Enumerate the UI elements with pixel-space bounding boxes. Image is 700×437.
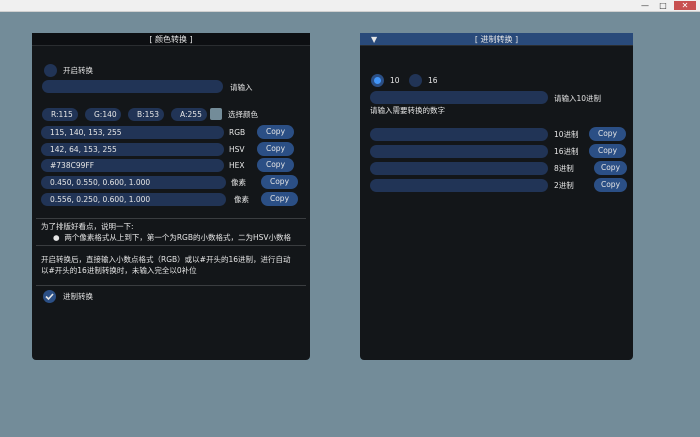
channel-r-field[interactable]: R:115 <box>42 108 78 121</box>
copy-pixel-rgb-button[interactable]: Copy <box>261 175 298 189</box>
copy-pixel-hsv-button[interactable]: Copy <box>261 192 298 206</box>
base-input-label: 请输入10进制 <box>554 94 602 103</box>
copy-oct-button[interactable]: Copy <box>594 161 627 175</box>
pixel-rgb-field[interactable]: 0.450, 0.550, 0.600, 1.000 <box>41 176 226 189</box>
rgb-value-field[interactable]: 115, 140, 153, 255 <box>41 126 224 139</box>
dec-result-field[interactable] <box>370 128 548 141</box>
help-line-1: 开启转换后，直接输入小数点格式（RGB）或以#开头的16进制，进行自动 <box>41 255 291 264</box>
divider <box>36 285 306 286</box>
channel-g-field[interactable]: G:140 <box>85 108 121 121</box>
color-panel-title: [ 颜色转换 ] <box>32 33 310 46</box>
note-bullet-text: 两个像素格式从上到下，第一个为RGB的小数格式，二为HSV小数格 <box>64 233 292 242</box>
dec-label: 10进制 <box>554 130 579 139</box>
color-swatch[interactable] <box>210 108 222 120</box>
note-title: 为了排版好看点，说明一下: <box>41 222 134 231</box>
base-prompt: 请输入需要转换的数字 <box>370 106 445 115</box>
channel-a-field[interactable]: A:255 <box>171 108 207 121</box>
radio-base-16[interactable] <box>409 74 422 87</box>
hex-label: HEX <box>229 161 245 170</box>
enable-convert-label: 开启转换 <box>63 66 93 75</box>
base-panel-title-text: [ 进制转换 ] <box>474 35 519 44</box>
divider <box>36 218 306 219</box>
color-input-field[interactable] <box>42 80 223 93</box>
base-convert-label: 进制转换 <box>63 292 93 301</box>
hex-result-field[interactable] <box>370 145 548 158</box>
rgb-label: RGB <box>229 128 246 137</box>
divider <box>36 245 306 246</box>
base-convert-panel: ▼ [ 进制转换 ] 10 16 请输入10进制 请输入需要转换的数字 10进制… <box>360 33 633 360</box>
bin-label: 2进制 <box>554 181 574 190</box>
pixel-rgb-label: 像素 <box>231 178 246 187</box>
note-bullet: ● 两个像素格式从上到下，第一个为RGB的小数格式，二为HSV小数格 <box>53 232 304 243</box>
oct-result-field[interactable] <box>370 162 548 175</box>
enable-convert-toggle[interactable] <box>44 64 57 77</box>
color-convert-panel: [ 颜色转换 ] 开启转换 请输入 R:115 G:140 B:153 A:25… <box>32 33 310 360</box>
pick-color-label: 选择颜色 <box>228 110 258 119</box>
oct-label: 8进制 <box>554 164 574 173</box>
base-convert-checkbox[interactable] <box>43 290 56 303</box>
radio-base-10[interactable] <box>371 74 384 87</box>
copy-rgb-button[interactable]: Copy <box>257 125 294 139</box>
radio-base-10-label: 10 <box>390 76 400 85</box>
base-panel-title[interactable]: ▼ [ 进制转换 ] <box>360 33 633 46</box>
help-line-2: 以#开头的16进制转换时，未输入完全以0补位 <box>41 266 197 275</box>
copy-hsv-button[interactable]: Copy <box>257 142 294 156</box>
collapse-arrow-icon[interactable]: ▼ <box>371 33 377 46</box>
hsv-value-field[interactable]: 142, 64, 153, 255 <box>41 143 224 156</box>
hex-result-label: 16进制 <box>554 147 579 156</box>
base-input-field[interactable] <box>370 91 548 104</box>
hex-value-field[interactable]: #738C99FF <box>41 159 224 172</box>
channel-b-field[interactable]: B:153 <box>128 108 164 121</box>
copy-hex-result-button[interactable]: Copy <box>589 144 626 158</box>
window-titlebar: — □ ✕ <box>0 0 700 12</box>
pixel-hsv-field[interactable]: 0.556, 0.250, 0.600, 1.000 <box>41 193 226 206</box>
copy-hex-button[interactable]: Copy <box>257 158 294 172</box>
color-input-label: 请输入 <box>230 83 253 92</box>
pixel-hsv-label: 像素 <box>234 195 249 204</box>
hsv-label: HSV <box>229 145 245 154</box>
bullet-icon: ● <box>53 233 60 242</box>
maximize-button[interactable]: □ <box>656 1 670 10</box>
copy-dec-button[interactable]: Copy <box>589 127 626 141</box>
bin-result-field[interactable] <box>370 179 548 192</box>
radio-base-16-label: 16 <box>428 76 438 85</box>
close-button[interactable]: ✕ <box>674 1 696 10</box>
copy-bin-button[interactable]: Copy <box>594 178 627 192</box>
checkmark-icon <box>45 293 54 301</box>
minimize-button[interactable]: — <box>638 1 652 10</box>
